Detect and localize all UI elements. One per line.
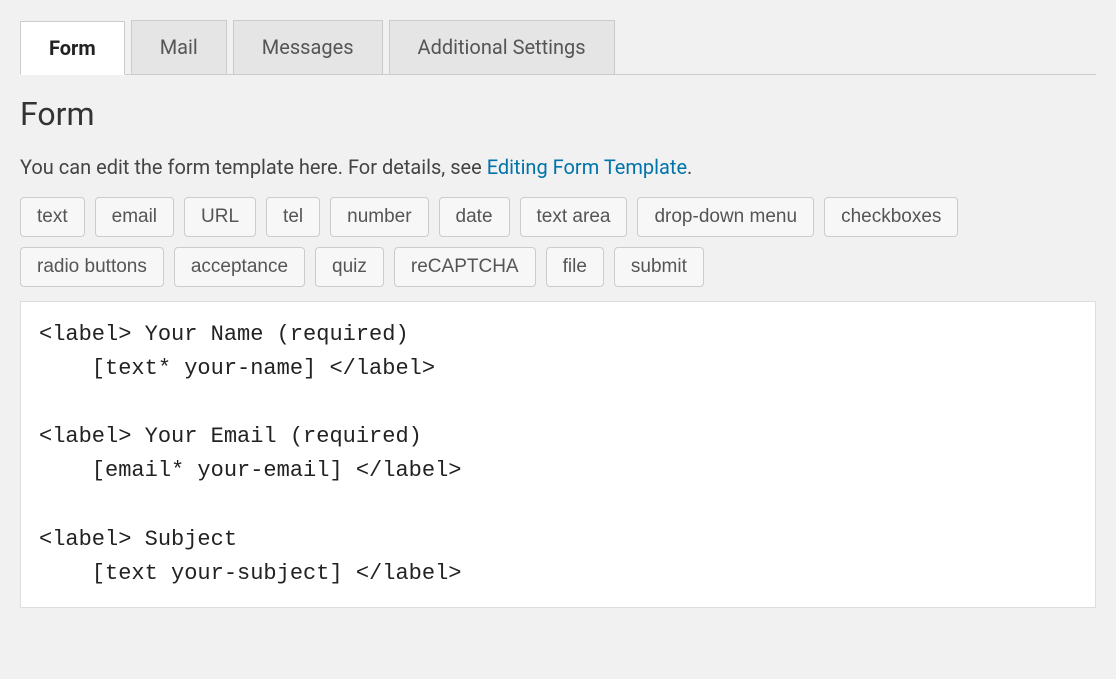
tag-text-button[interactable]: text (20, 197, 85, 237)
description-text: You can edit the form template here. For… (20, 155, 487, 179)
section-description: You can edit the form template here. For… (20, 153, 1096, 181)
form-editor-panel: Form Mail Messages Additional Settings F… (20, 20, 1096, 608)
tab-content: Form You can edit the form template here… (20, 75, 1096, 608)
tab-additional-settings[interactable]: Additional Settings (389, 20, 615, 74)
tag-acceptance-button[interactable]: acceptance (174, 247, 305, 287)
tag-quiz-button[interactable]: quiz (315, 247, 384, 287)
tag-tel-button[interactable]: tel (266, 197, 320, 237)
tag-file-button[interactable]: file (546, 247, 604, 287)
tag-submit-button[interactable]: submit (614, 247, 704, 287)
tab-messages[interactable]: Messages (233, 20, 383, 74)
tab-bar: Form Mail Messages Additional Settings (20, 20, 1096, 75)
tag-dropdown-button[interactable]: drop-down menu (637, 197, 814, 237)
tag-button-row: text email URL tel number date text area… (20, 197, 1096, 287)
tag-checkboxes-button[interactable]: checkboxes (824, 197, 958, 237)
section-title: Form (20, 95, 1096, 133)
tag-radio-button[interactable]: radio buttons (20, 247, 164, 287)
tag-number-button[interactable]: number (330, 197, 428, 237)
description-suffix: . (687, 155, 692, 179)
tag-recaptcha-button[interactable]: reCAPTCHA (394, 247, 536, 287)
tag-date-button[interactable]: date (439, 197, 510, 237)
tab-form[interactable]: Form (20, 21, 125, 75)
tag-email-button[interactable]: email (95, 197, 174, 237)
description-link[interactable]: Editing Form Template (487, 155, 687, 179)
form-template-editor[interactable]: <label> Your Name (required) [text* your… (20, 301, 1096, 608)
tab-mail[interactable]: Mail (131, 20, 227, 74)
tag-textarea-button[interactable]: text area (520, 197, 628, 237)
tag-url-button[interactable]: URL (184, 197, 256, 237)
